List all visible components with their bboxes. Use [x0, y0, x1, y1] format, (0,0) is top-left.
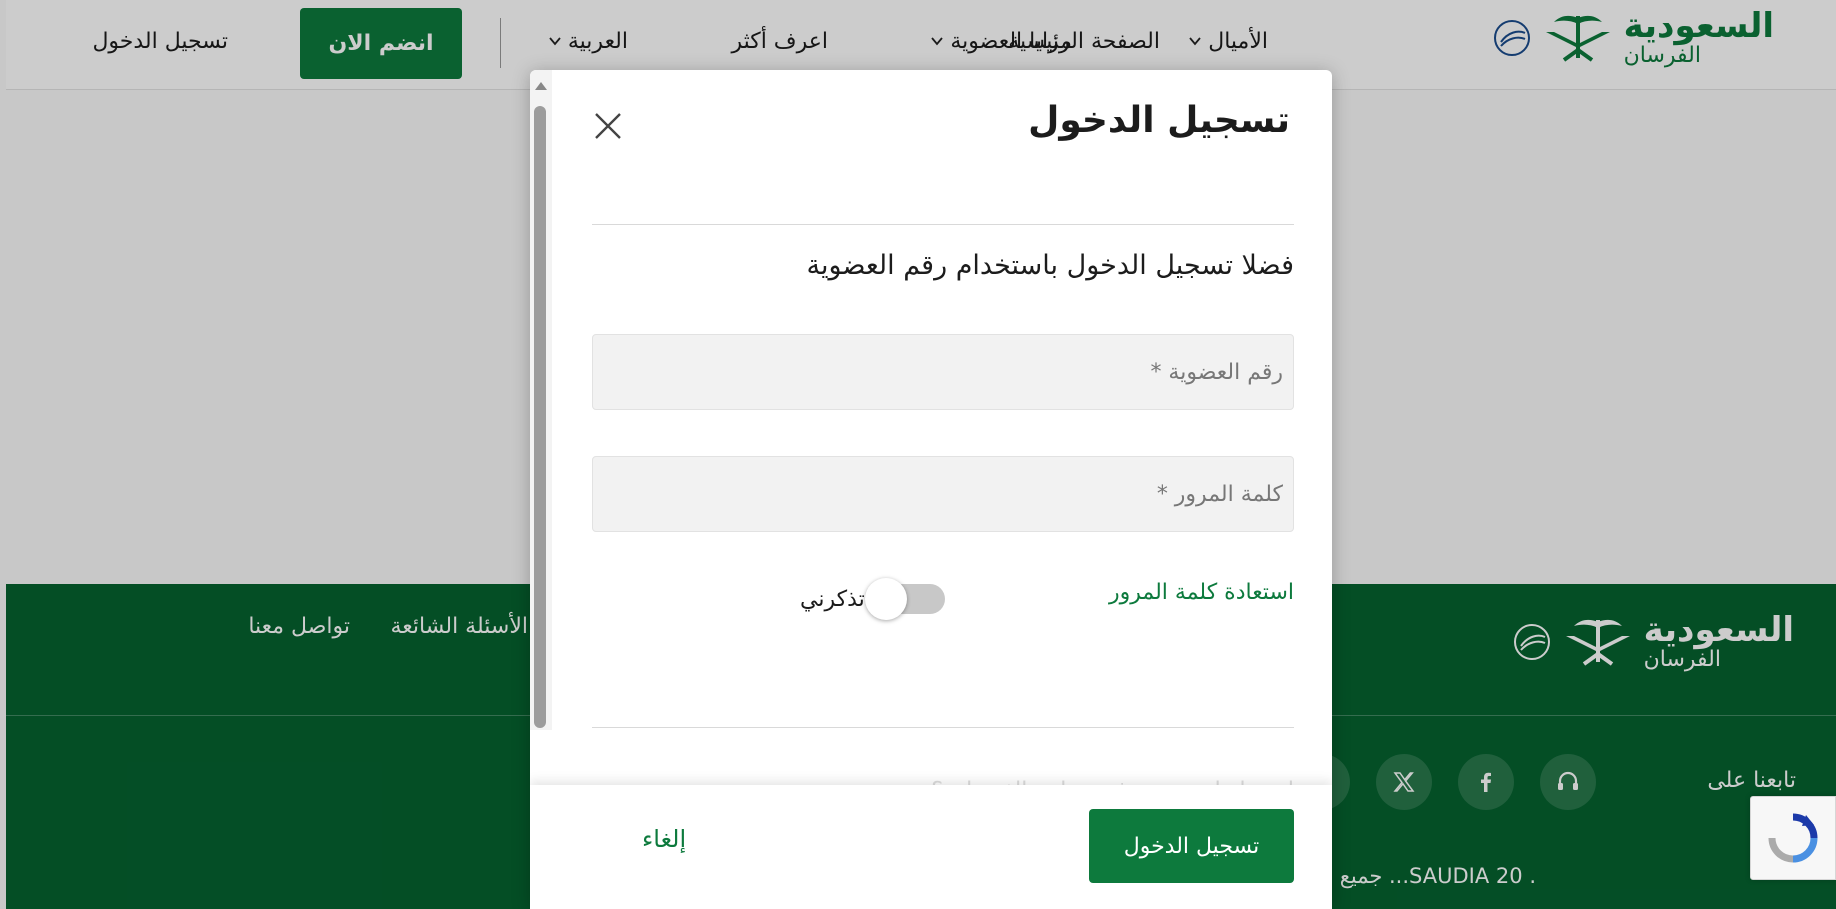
modal-header-divider — [592, 224, 1294, 225]
modal-body-divider — [592, 727, 1294, 728]
remember-me-label: تذكرني — [800, 586, 865, 612]
recaptcha-badge[interactable] — [1750, 796, 1836, 880]
login-submit-button[interactable]: تسجيل الدخول — [1089, 809, 1294, 883]
forgot-password-link[interactable]: استعادة كلمة المرور — [1109, 580, 1294, 605]
login-modal: تسجيل الدخول فضلا تسجيل الدخول باستخدام … — [530, 70, 1332, 909]
cancel-button[interactable]: إلغاء — [642, 825, 686, 853]
scroll-thumb[interactable] — [534, 106, 546, 728]
scroll-up-arrow-icon[interactable] — [535, 82, 547, 90]
password-input[interactable] — [592, 456, 1294, 532]
recaptcha-icon — [1768, 813, 1818, 863]
close-button[interactable] — [590, 108, 626, 144]
remember-me: تذكرني — [800, 578, 945, 620]
modal-scrollbar[interactable] — [530, 70, 552, 730]
membership-number-input[interactable] — [592, 334, 1294, 410]
modal-title: تسجيل الدخول — [1028, 100, 1290, 141]
modal-action-bar: إلغاء تسجيل الدخول — [530, 785, 1332, 909]
close-icon — [595, 113, 621, 139]
modal-subtitle: فضلا تسجيل الدخول باستخدام رقم العضوية — [806, 250, 1294, 281]
remember-me-toggle[interactable] — [864, 578, 945, 620]
toggle-knob — [864, 578, 907, 620]
